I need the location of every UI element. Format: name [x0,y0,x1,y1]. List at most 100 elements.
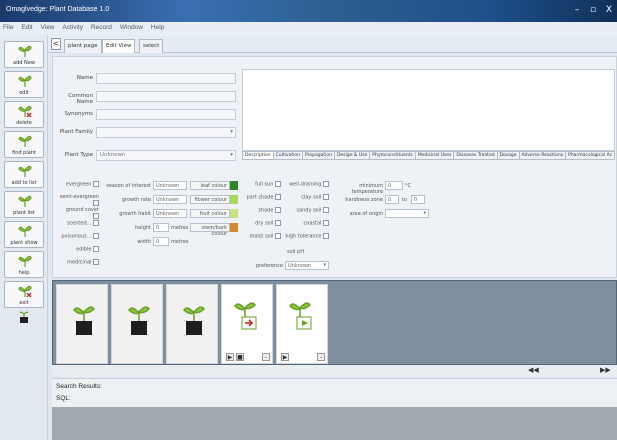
search-results-label: Search Results: [56,383,102,390]
description-textarea[interactable] [242,69,615,151]
tab-propagation[interactable]: Propagation [301,151,335,160]
image-thumb[interactable] [56,284,108,364]
high-tolerance-checkbox[interactable] [323,233,329,239]
part-shade-checkbox[interactable] [275,194,281,200]
menu-record[interactable]: Record [88,22,115,33]
hardiness-from-spinner[interactable]: 0 [385,195,399,204]
growth-habit-select[interactable]: Unknown [153,209,187,218]
leaf-colour-button[interactable]: leaf colour [190,181,230,190]
tab-dosage[interactable]: Dosage [496,151,520,160]
menu-file[interactable]: File [0,22,16,33]
image-thumb[interactable] [166,284,218,364]
plant-type-label: Plant Type [64,152,93,158]
remove-icon[interactable]: - [262,353,270,361]
tab-design-use[interactable]: Design & Use [333,151,371,160]
full-sun-checkbox[interactable] [275,181,281,187]
help-button[interactable]: help [4,251,44,278]
moist-soil-checkbox[interactable] [275,233,281,239]
shade-checkbox[interactable] [275,207,281,213]
height-field[interactable]: 0 [153,223,169,232]
menu-window[interactable]: Window [117,22,146,33]
name-field[interactable] [96,73,236,84]
search-results-area[interactable] [52,407,617,440]
common-name-field[interactable] [96,91,236,102]
window-title: Omaglvedge: Plant Database 1.0 [6,6,110,13]
plant-import-icon [234,302,257,330]
scented-checkbox[interactable] [93,220,99,226]
prev-images-button[interactable]: ◀◀ [528,366,539,374]
delete-icon[interactable]: ■ [236,353,244,361]
fruit-colour-swatch [230,209,238,218]
menu-help[interactable]: Help [148,22,167,33]
season-select[interactable]: Unknown [153,181,187,190]
sandy-soil-checkbox[interactable] [323,207,329,213]
tab-cultivation[interactable]: Cultivation [272,151,303,160]
tab-description[interactable]: Description [242,151,274,160]
add-new-button[interactable]: add New [4,41,44,68]
flower-colour-button[interactable]: flower colour [190,195,230,204]
evergreen-checkbox[interactable] [93,181,99,187]
ground-cover-checkbox[interactable] [93,213,99,219]
temp-unit: °C [405,183,411,189]
minimize-button[interactable]: – [570,4,584,17]
find-plant-button[interactable]: find plant [4,131,44,158]
evergreen-row: evergreen [59,181,99,188]
synonyms-field[interactable] [96,109,236,120]
image-thumb-next[interactable]: ▶ - [276,284,328,364]
stem-colour-button[interactable]: stem/bark colour [190,223,230,237]
delete-button[interactable]: delete [4,101,44,128]
play-icon[interactable]: ▶ [226,353,234,361]
back-nav-button[interactable]: < [51,38,61,50]
tab-select[interactable]: select [139,39,164,53]
min-temp-spinner[interactable]: 0 [385,181,403,190]
plant-family-select[interactable]: ▾ [96,127,236,138]
growth-rate-select[interactable]: Unknown [153,195,187,204]
edit-panel: Name Common Name Synonyms Plant Family ▾… [52,56,617,278]
semi-evergreen-row: semi-evergreen [59,194,99,207]
tab-phytoconstituents[interactable]: Phytoconstituents [369,151,416,160]
clay-soil-checkbox[interactable] [323,194,329,200]
hardiness-to-spinner[interactable]: 0 [411,195,425,204]
moist-soil-row: moist soil [245,233,281,240]
image-thumb[interactable] [111,284,163,364]
tab-plant-page[interactable]: plant page [64,39,102,53]
add-to-list-button[interactable]: add to list [4,161,44,188]
scented-row: scented... [59,220,99,227]
plant-list-button[interactable]: plant list [4,191,44,218]
coastal-checkbox[interactable] [323,220,329,226]
exit-button[interactable]: exit [4,281,44,308]
edit-button[interactable]: edit [4,71,44,98]
medicinal-checkbox[interactable] [93,259,99,265]
plant-show-button[interactable]: plant show [4,221,44,248]
origin-select[interactable]: ▾ [385,209,429,218]
dry-soil-checkbox[interactable] [275,220,281,226]
tab-pharmacological[interactable]: Pharmacological Ac [565,151,616,160]
maximize-button[interactable]: ▫ [586,4,600,17]
menu-edit[interactable]: Edit [18,22,35,33]
image-thumb-add[interactable]: ▶ ■ - [221,284,273,364]
poisonous-checkbox[interactable] [93,233,99,239]
fruit-colour-button[interactable]: fruit colour [190,209,230,218]
tab-medicinal-uses[interactable]: Medicinal Uses [414,151,455,160]
menu-activity[interactable]: Activity [59,22,86,33]
menu-view[interactable]: View [38,22,58,33]
semi-evergreen-checkbox[interactable] [93,200,99,206]
tab-edit-view[interactable]: Edit View [102,39,136,53]
sprout-list-icon [18,195,32,207]
preference-select[interactable]: Unknown ▾ [285,261,329,270]
tab-adverse-reactions[interactable]: Adverse Reactions [518,151,567,160]
well-draining-checkbox[interactable] [323,181,329,187]
growth-rate-label: growth rate [121,197,151,203]
width-field[interactable]: 0 [153,237,169,246]
close-button[interactable]: X [602,4,616,17]
shade-row: shade [245,207,281,214]
height-unit: metres [171,225,189,231]
tab-diseases-treated[interactable]: Diseases Treated [453,151,498,160]
play-icon[interactable]: ▶ [281,353,289,361]
pot-plant-icon[interactable] [18,311,30,323]
plant-type-select[interactable]: Unknown ▾ [96,150,236,161]
remove-icon[interactable]: - [317,353,325,361]
edible-checkbox[interactable] [93,246,99,252]
next-images-button[interactable]: ▶▶ [600,366,611,374]
chevron-down-icon: ▾ [423,210,426,216]
